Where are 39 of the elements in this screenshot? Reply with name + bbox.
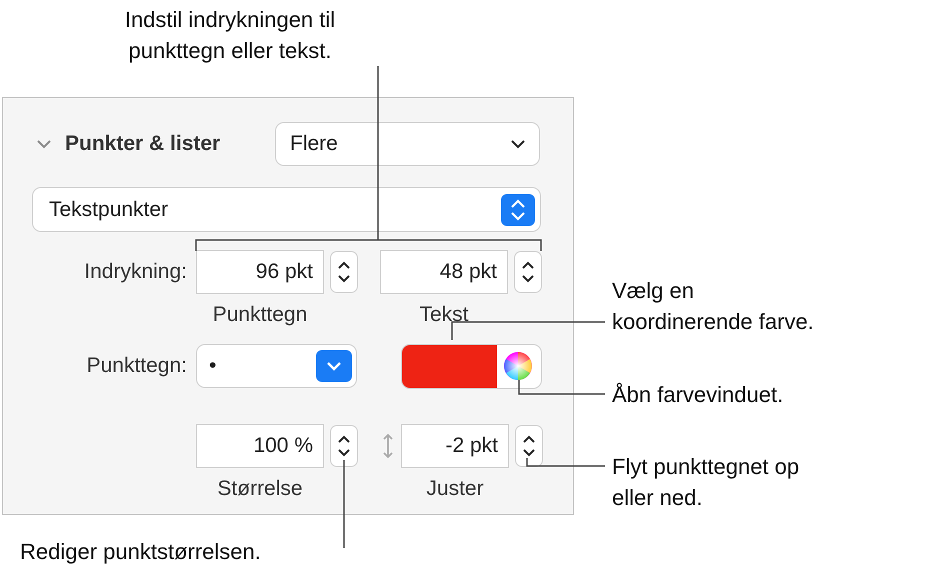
chevron-icon[interactable]	[36, 139, 52, 149]
callout-text: Vælg en koordinerende farve.	[612, 277, 815, 336]
field-caption: Tekst	[418, 302, 470, 328]
field-caption: Størrelse	[216, 476, 304, 502]
bullet-popup[interactable]: •	[197, 345, 356, 387]
number-field[interactable]: 48 pkt	[381, 251, 507, 293]
indent-label: Indrykning:	[83, 259, 187, 286]
number-field[interactable]: -2 pkt	[402, 424, 508, 466]
vertical-arrows-icon	[382, 432, 394, 458]
chevron-down-icon[interactable]	[522, 275, 534, 283]
color-swatch[interactable]	[402, 344, 497, 388]
stepper[interactable]	[331, 426, 357, 466]
updown-chevron-icon	[501, 194, 535, 226]
color-wheel-icon[interactable]	[503, 351, 533, 381]
color-well[interactable]	[402, 344, 541, 388]
chevron-up-icon[interactable]	[522, 261, 534, 269]
chevron-up-icon[interactable]	[523, 434, 535, 442]
number-field[interactable]: 96 pkt	[197, 251, 323, 293]
chevron-up-icon[interactable]	[338, 434, 350, 442]
field-caption: Punkttegn	[212, 302, 308, 328]
chevron-up-icon[interactable]	[338, 261, 350, 269]
bullet-label: Punkttegn:	[86, 353, 187, 380]
stepper[interactable]	[516, 426, 542, 466]
number-field[interactable]: 100 %	[197, 424, 323, 466]
stepper[interactable]	[331, 252, 357, 292]
stepper[interactable]	[515, 252, 541, 292]
chevron-down-icon[interactable]	[523, 448, 535, 456]
chevron-down-icon[interactable]	[338, 275, 350, 283]
chevron-down-icon	[511, 140, 525, 148]
chevron-down-icon[interactable]	[338, 448, 350, 456]
callout-text: Rediger punktstørrelsen.	[20, 538, 262, 566]
callout-text: Flyt punkttegnet op eller ned.	[612, 453, 800, 512]
chevron-down-icon	[316, 350, 352, 382]
section-title: Punkter & lister	[65, 131, 222, 158]
field-caption: Juster	[425, 476, 485, 502]
callout-text: Indstil indrykningen til punkttegn eller tekst.	[124, 6, 336, 65]
bullet-type-popup[interactable]: Tekstpunkter	[33, 188, 540, 231]
style-popup[interactable]: Flere	[276, 123, 539, 165]
callout-text: Åbn farvevinduet.	[612, 381, 784, 409]
